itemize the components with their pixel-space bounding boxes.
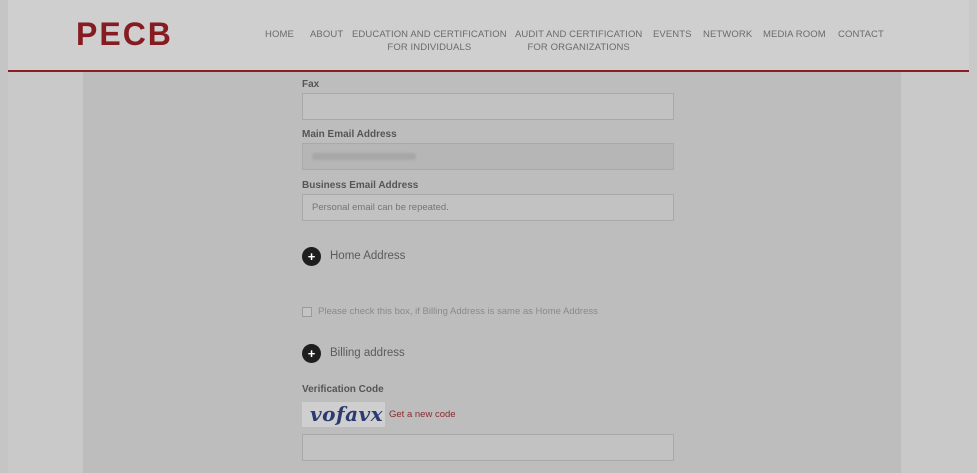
pecb-logo[interactable]: PECB bbox=[76, 16, 173, 53]
billing-address-label: Billing address bbox=[330, 347, 405, 359]
right-margin bbox=[969, 0, 977, 473]
blurred-email-value bbox=[312, 153, 416, 160]
nav-education-line2: FOR INDIVIDUALS bbox=[387, 42, 472, 53]
left-margin bbox=[0, 0, 8, 473]
content-area bbox=[83, 72, 901, 473]
captcha-image: vofavx bbox=[302, 402, 385, 427]
business-email-input[interactable] bbox=[302, 194, 674, 221]
business-email-label: Business Email Address bbox=[302, 180, 419, 191]
billing-same-label: Please check this box, if Billing Addres… bbox=[318, 306, 598, 317]
plus-icon: + bbox=[302, 246, 321, 266]
verification-label: Verification Code bbox=[302, 384, 384, 395]
billing-address-toggle[interactable]: + Billing address bbox=[302, 342, 405, 364]
get-new-code-link[interactable]: Get a new code bbox=[389, 409, 456, 420]
fax-input[interactable] bbox=[302, 93, 674, 120]
nav-about[interactable]: ABOUT bbox=[310, 28, 343, 41]
nav-events[interactable]: EVENTS bbox=[653, 28, 692, 41]
nav-audit-line1: AUDIT AND CERTIFICATION bbox=[515, 29, 643, 40]
nav-media-room[interactable]: MEDIA ROOM bbox=[763, 28, 826, 41]
site-header: PECB HOME ABOUT EDUCATION AND CERTIFICAT… bbox=[8, 0, 969, 72]
page: PECB HOME ABOUT EDUCATION AND CERTIFICAT… bbox=[0, 0, 977, 473]
fax-label: Fax bbox=[302, 79, 320, 90]
nav-education-line1: EDUCATION AND CERTIFICATION bbox=[352, 29, 507, 40]
nav-contact[interactable]: CONTACT bbox=[838, 28, 884, 41]
nav-audit[interactable]: AUDIT AND CERTIFICATION FOR ORGANIZATION… bbox=[515, 28, 642, 54]
home-address-toggle[interactable]: + Home Address bbox=[302, 245, 405, 267]
main-email-input[interactable] bbox=[302, 143, 674, 170]
nav-education[interactable]: EDUCATION AND CERTIFICATION FOR INDIVIDU… bbox=[352, 28, 507, 54]
verification-code-input[interactable] bbox=[302, 434, 674, 461]
billing-same-row: Please check this box, if Billing Addres… bbox=[302, 306, 598, 317]
home-address-label: Home Address bbox=[330, 250, 406, 262]
nav-audit-line2: FOR ORGANIZATIONS bbox=[527, 42, 630, 53]
billing-same-checkbox[interactable] bbox=[302, 306, 312, 317]
main-email-label: Main Email Address bbox=[302, 129, 397, 140]
plus-icon: + bbox=[302, 343, 321, 363]
nav-network[interactable]: NETWORK bbox=[703, 28, 752, 41]
nav-home[interactable]: HOME bbox=[265, 28, 294, 41]
